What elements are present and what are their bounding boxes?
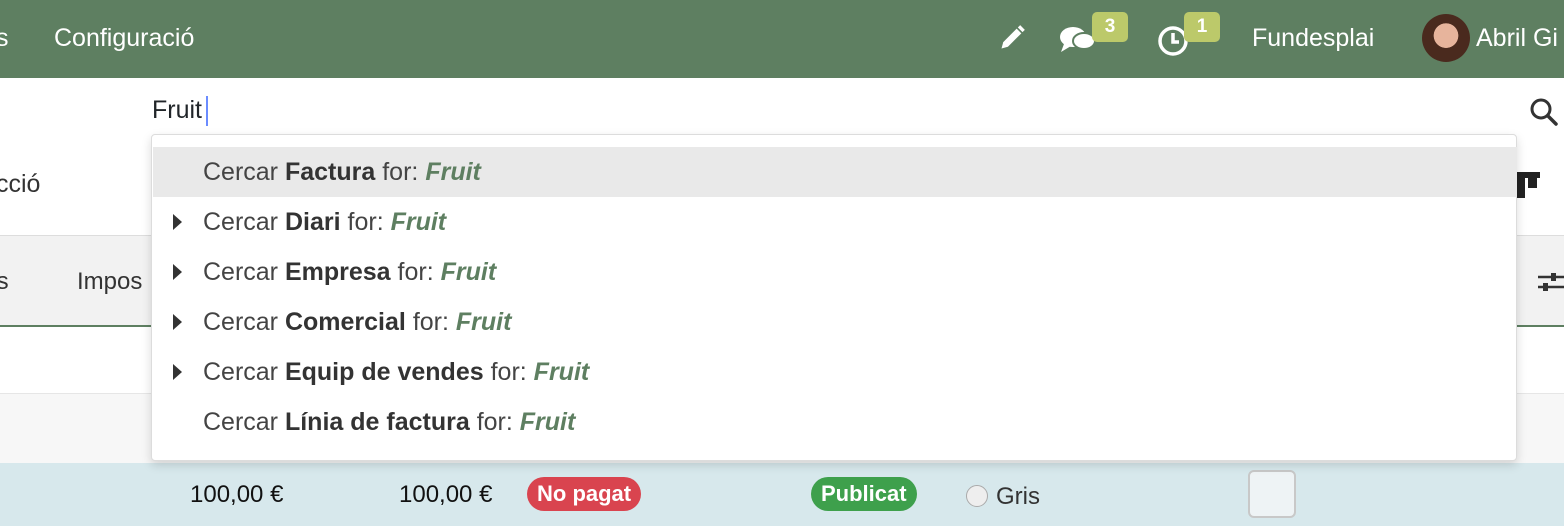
search-icon[interactable]	[1528, 96, 1560, 128]
expand-caret-icon[interactable]	[173, 364, 182, 380]
search-option-text: Cercar Factura for: Fruit	[203, 158, 481, 186]
messages-count-badge: 3	[1092, 12, 1128, 42]
search-input[interactable]: Fruit	[152, 96, 202, 125]
top-navbar: s Configuració 3 1 Fundesplai Abril Gi	[0, 0, 1564, 78]
search-option-empresa[interactable]: Cercar Empresa for: Fruit	[153, 247, 1517, 297]
breadcrumb: cció	[0, 170, 41, 198]
expand-caret-icon[interactable]	[173, 314, 182, 330]
search-option-text: Cercar Comercial for: Fruit	[203, 308, 512, 336]
search-option-text: Cercar Diari for: Fruit	[203, 208, 447, 236]
search-option-text: Cercar Equip de vendes for: Fruit	[203, 358, 590, 386]
search-option-comercial[interactable]: Cercar Comercial for: Fruit	[153, 297, 1517, 347]
row-checkbox[interactable]	[1248, 470, 1296, 518]
search-option-equip-de-vendes[interactable]: Cercar Equip de vendes for: Fruit	[153, 347, 1517, 397]
kanban-view-icon[interactable]	[1516, 172, 1540, 198]
color-radio[interactable]	[966, 485, 988, 507]
state-badge: Publicat	[811, 477, 917, 511]
text-cursor	[206, 96, 208, 126]
avatar[interactable]	[1422, 14, 1470, 62]
amount-total: 100,00 €	[399, 481, 493, 508]
search-option-linia-de-factura[interactable]: Cercar Línia de factura for: Fruit	[153, 397, 1517, 447]
sliders-icon[interactable]	[1536, 268, 1564, 296]
search-option-factura[interactable]: Cercar Factura for: Fruit	[153, 147, 1517, 197]
search-option-text: Cercar Línia de factura for: Fruit	[203, 408, 576, 436]
amount-untaxed: 100,00 €	[190, 481, 284, 508]
nav-menu-configuration[interactable]: Configuració	[54, 24, 194, 53]
expand-caret-icon[interactable]	[173, 264, 182, 280]
pencil-icon[interactable]	[998, 24, 1026, 52]
search-autocomplete-dropdown: Cercar Factura for: Fruit Cercar Diari f…	[151, 134, 1517, 461]
color-label: Gris	[996, 483, 1040, 510]
expand-caret-icon[interactable]	[173, 214, 182, 230]
column-header-taxes[interactable]: Impos	[77, 268, 142, 296]
search-option-diari[interactable]: Cercar Diari for: Fruit	[153, 197, 1517, 247]
payment-status-badge: No pagat	[527, 477, 642, 511]
nav-menu-item-partial[interactable]: s	[0, 24, 9, 53]
column-header[interactable]: ts	[0, 268, 9, 296]
company-switcher[interactable]: Fundesplai	[1252, 24, 1374, 53]
activities-count-badge: 1	[1184, 12, 1220, 42]
user-menu[interactable]: Abril Gi	[1476, 24, 1558, 53]
search-option-text: Cercar Empresa for: Fruit	[203, 258, 497, 286]
